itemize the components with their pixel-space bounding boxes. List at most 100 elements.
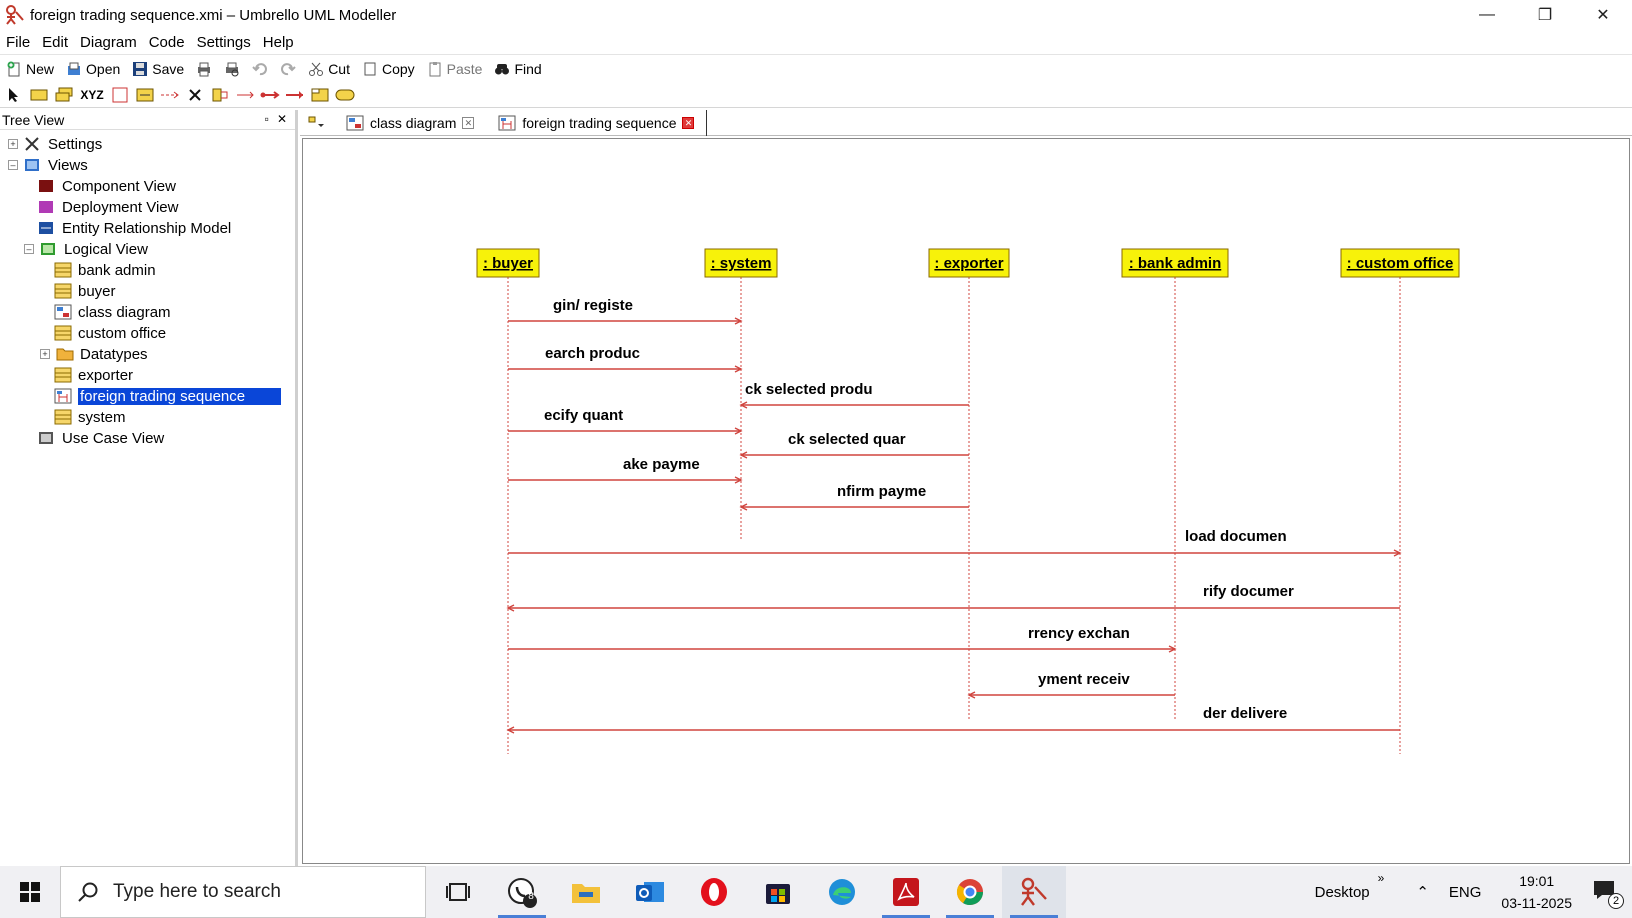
collapse-icon[interactable]: – [24,244,34,254]
language-indicator[interactable]: ENG [1439,884,1492,901]
tree-item-settings[interactable]: + Settings [8,134,102,154]
expand-icon[interactable]: + [40,349,50,359]
open-button[interactable]: Open [60,56,126,82]
taskbar-acrobat[interactable] [874,866,938,918]
views-folder-icon [24,157,42,173]
save-button[interactable]: Save [126,56,190,82]
close-tab-icon[interactable]: ✕ [682,116,695,129]
tab-class-diagram[interactable]: class diagram ✕ [334,110,486,136]
toolbar-expand-icon[interactable]: » [1368,871,1395,885]
tree-view-panel: Tree View ▫ ✕ + Settings – Views Compone… [0,110,298,866]
combined-fragment-icon[interactable] [310,85,330,105]
tree-item-component-view[interactable]: Component View [38,176,176,196]
tree-item-buyer[interactable]: buyer [54,281,116,301]
diagram-canvas[interactable]: : buyer: system: exporter: bank admin: c… [302,138,1630,864]
umbrello-window: foreign trading sequence.xmi – Umbrello … [0,0,1632,918]
tree-item-custom-office[interactable]: custom office [54,323,166,343]
print-icon [198,62,211,76]
note-icon[interactable] [135,85,155,105]
tree-item-use-case-view[interactable]: Use Case View [38,428,164,448]
start-button[interactable] [0,866,60,918]
redo-button[interactable] [274,56,302,82]
self-message-icon[interactable] [210,85,230,105]
show-hidden-icons-icon[interactable]: ⌃ [1406,883,1439,901]
taskbar-outlook[interactable] [618,866,682,918]
open-label: Open [86,60,121,77]
tree-view-header: Tree View ▫ ✕ [0,110,295,130]
multi-object-icon[interactable] [54,85,74,105]
tree-item-datatypes[interactable]: + Datatypes [40,344,148,364]
object-icon[interactable] [29,85,49,105]
find-button[interactable]: Find [488,56,547,82]
tree-item-entity-relationship-model[interactable]: Entity Relationship Model [38,218,231,238]
tree-item-exporter[interactable]: exporter [54,365,133,385]
copy-button[interactable]: Copy [356,56,421,82]
cut-button[interactable]: Cut [302,56,356,82]
select-arrow-icon[interactable] [4,85,24,105]
tab-list-button[interactable] [300,110,334,136]
print-preview-button[interactable] [218,56,246,82]
task-view-button[interactable] [426,866,490,918]
menu-help[interactable]: Help [257,34,300,51]
taskbar-microsoft-store[interactable] [746,866,810,918]
menu-diagram[interactable]: Diagram [74,34,143,51]
function-icon[interactable] [235,85,255,105]
collapse-icon[interactable]: – [8,160,18,170]
tab-foreign-trading-sequence[interactable]: foreign trading sequence ✕ [486,109,708,136]
open-icon [68,62,81,75]
taskbar-file-explorer[interactable] [554,866,618,918]
menu-code[interactable]: Code [143,34,191,51]
float-panel-icon[interactable]: ▫ [265,112,269,126]
taskbar-chrome[interactable] [938,866,1002,918]
minimize-button[interactable]: — [1458,0,1516,30]
notifications-button[interactable]: 2 [1582,879,1632,909]
message-label: ck selected quar [788,431,906,448]
tree-item-deployment-view[interactable]: Deployment View [38,197,178,217]
menu-edit[interactable]: Edit [36,34,74,51]
paste-button[interactable]: Paste [421,56,489,82]
menu-settings[interactable]: Settings [191,34,257,51]
diagram-area: class diagram ✕ foreign trading sequence… [300,109,1632,866]
search-icon [78,882,98,902]
menu-bar: File Edit Diagram Code Settings Help [0,30,1632,54]
new-button[interactable]: New [0,56,60,82]
expand-icon[interactable]: + [8,139,18,149]
tools-icon [24,136,42,152]
destroy-icon[interactable] [185,85,205,105]
sync-message-icon[interactable] [260,85,280,105]
windows-taskbar: Type here to search 8 Desktop » ⌃ ENG 19… [0,866,1632,918]
taskbar-umbrello[interactable] [1002,866,1066,918]
undo-icon [252,62,268,75]
precondition-icon[interactable] [335,85,355,105]
frame-icon[interactable] [110,85,130,105]
taskbar-edge[interactable] [810,866,874,918]
tree-item-foreign-trading-sequence[interactable]: foreign trading sequence [54,386,283,406]
lifeline-label: : exporter [934,255,1003,272]
restore-button[interactable]: ❐ [1516,0,1574,30]
clock[interactable]: 19:01 03-11-2025 [1491,870,1582,914]
acrobat-icon [893,878,919,906]
tree-item-class-diagram[interactable]: class diagram [54,302,171,322]
paste-icon [429,61,441,76]
close-panel-icon[interactable]: ✕ [277,112,287,126]
close-window-button[interactable]: ✕ [1574,0,1632,30]
desktop-toolbar[interactable]: Desktop [1305,884,1380,901]
async-message-icon[interactable] [160,85,180,105]
taskbar-search-box[interactable]: Type here to search [60,866,426,918]
er-model-icon [38,220,56,236]
found-message-icon[interactable] [285,85,305,105]
taskbar-whatsapp[interactable]: 8 [490,866,554,918]
message-label: ake payme [623,456,700,473]
close-tab-icon[interactable]: ✕ [462,116,475,129]
menu-file[interactable]: File [0,34,36,51]
taskbar-opera[interactable] [682,866,746,918]
copy-label: Copy [381,60,415,77]
tree-item-system[interactable]: system [54,407,126,427]
print-button[interactable] [190,56,218,82]
tree-item-logical-view[interactable]: – Logical View [24,239,148,259]
tree-item-bank-admin[interactable]: bank admin [54,260,156,280]
xyz-icon[interactable]: XYZ [79,85,105,105]
undo-button[interactable] [246,56,274,82]
clock-date: 03-11-2025 [1501,895,1572,911]
tree-item-views[interactable]: – Views [8,155,88,175]
